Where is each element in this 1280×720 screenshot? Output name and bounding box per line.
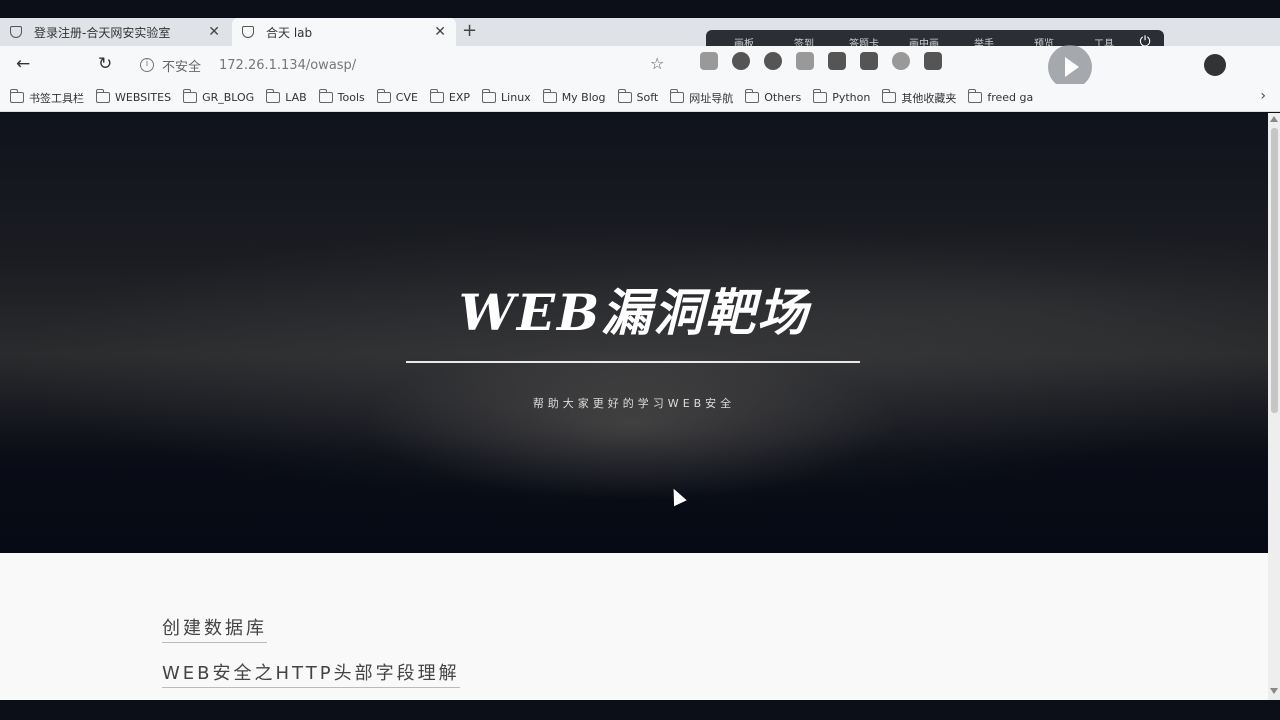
avatar[interactable]: [1204, 54, 1226, 76]
info-icon[interactable]: i: [140, 58, 154, 72]
bookmark-label: Linux: [501, 91, 531, 104]
bookmark-cve[interactable]: CVE: [376, 89, 418, 104]
bookmark-my-blog[interactable]: My Blog: [542, 89, 606, 104]
tab-login[interactable]: 登录注册-合天网安实验室 ✕: [0, 18, 230, 46]
extension-icon[interactable]: [700, 52, 718, 70]
folder-icon: [96, 89, 110, 103]
scrollbar-thumb[interactable]: [1271, 128, 1278, 413]
hero-title: WEB漏洞靶场: [458, 283, 810, 342]
shield-icon: [10, 26, 22, 38]
bookmark-label: Soft: [636, 91, 659, 104]
folder-icon: [542, 89, 557, 103]
bookmark-freed-ga[interactable]: freed ga: [968, 89, 1034, 104]
article-link[interactable]: WEB安全之HTTP头部字段理解: [162, 659, 460, 688]
bookmark-label: Python: [832, 91, 871, 104]
bookmark-label: My Blog: [561, 91, 606, 104]
close-icon[interactable]: ✕: [208, 24, 220, 40]
folder-icon: [318, 89, 333, 103]
star-icon[interactable]: ☆: [650, 54, 664, 73]
bookmark-gr-blog[interactable]: GR_BLOG: [183, 89, 255, 104]
extension-icon[interactable]: [732, 52, 750, 70]
hero-banner: WEB漏洞靶场 帮助大家更好的学习WEB安全: [0, 113, 1268, 553]
extension-icon[interactable]: [828, 52, 846, 70]
folder-icon: [376, 89, 391, 103]
chevron-right-icon[interactable]: ›: [1260, 88, 1266, 104]
bookmarks-bar: 书签工具栏 WEBSITES GR_BLOG LAB Tools CVE EXP…: [0, 84, 1280, 112]
article-link[interactable]: 创建数据库: [162, 614, 267, 643]
back-arrow-icon[interactable]: ←: [16, 54, 30, 74]
bookmark-label: 网址导航: [689, 91, 734, 105]
bookmark-label: WEBSITES: [115, 91, 172, 104]
bookmark-lab[interactable]: LAB: [266, 89, 307, 104]
folder-icon: [266, 89, 281, 103]
bookmark-websites[interactable]: WEBSITES: [96, 89, 172, 104]
url-field[interactable]: i 不安全 172.26.1.134/owasp/: [140, 52, 356, 78]
window-titlebar: [0, 0, 1280, 18]
bookmark-other-favorites[interactable]: 其他收藏夹: [882, 89, 957, 106]
hero-subtitle: 帮助大家更好的学习WEB安全: [532, 397, 736, 410]
tab-title: 登录注册-合天网安实验室: [34, 25, 171, 40]
bookmark-label: Tools: [337, 91, 365, 104]
extension-icons: [700, 52, 942, 70]
bookmark-label: Others: [764, 91, 802, 104]
bookmark-label: GR_BLOG: [202, 91, 255, 104]
taskbar-edge: [0, 700, 1280, 720]
bookmark-label: CVE: [395, 91, 418, 104]
reload-icon[interactable]: ↻: [98, 54, 112, 74]
bookmark-label: 书签工具栏: [29, 91, 84, 105]
new-tab-plus-icon[interactable]: +: [462, 20, 477, 41]
tab-hetian-lab[interactable]: 合天 lab ✕: [232, 18, 456, 46]
bookmark-icon: [968, 89, 983, 103]
bookmark-python[interactable]: Python: [813, 89, 871, 104]
bookmark-soft[interactable]: Soft: [617, 89, 659, 104]
bookmark-label: 其他收藏夹: [901, 91, 957, 105]
bookmark-nav[interactable]: 网址导航: [670, 89, 734, 106]
extension-icon[interactable]: [924, 52, 942, 70]
extension-icon[interactable]: [892, 52, 910, 70]
close-icon[interactable]: ✕: [434, 24, 446, 40]
folder-icon: [482, 89, 497, 103]
folder-icon: [813, 89, 828, 103]
folder-icon: [882, 89, 897, 103]
scroll-down-icon[interactable]: [1270, 688, 1278, 694]
hero-divider: [406, 361, 860, 363]
bookmark-linux[interactable]: Linux: [482, 89, 531, 104]
folder-icon: [670, 89, 685, 103]
folder-icon: [183, 89, 198, 103]
bookmark-tools[interactable]: Tools: [318, 89, 365, 104]
folder-icon: [745, 89, 760, 103]
bookmark-label: EXP: [448, 91, 471, 104]
bookmark-label: LAB: [285, 91, 307, 104]
bookmark-label: freed ga: [987, 91, 1034, 104]
folder-icon: [429, 89, 444, 103]
extension-icon[interactable]: [764, 52, 782, 70]
bookmark-others[interactable]: Others: [745, 89, 802, 104]
folder-icon: [10, 89, 24, 103]
folder-icon: [617, 89, 632, 103]
security-label: 不安全: [162, 59, 202, 75]
url-text: 172.26.1.134/owasp/: [219, 57, 357, 73]
bookmark-exp[interactable]: EXP: [429, 89, 471, 104]
bookmark-toolbar[interactable]: 书签工具栏: [10, 89, 84, 106]
extension-icon[interactable]: [796, 52, 814, 70]
extension-icon[interactable]: [860, 52, 878, 70]
shield-icon: [242, 26, 254, 38]
scroll-up-icon[interactable]: [1270, 116, 1278, 122]
play-icon[interactable]: [1048, 45, 1092, 89]
tab-title: 合天 lab: [266, 25, 313, 40]
